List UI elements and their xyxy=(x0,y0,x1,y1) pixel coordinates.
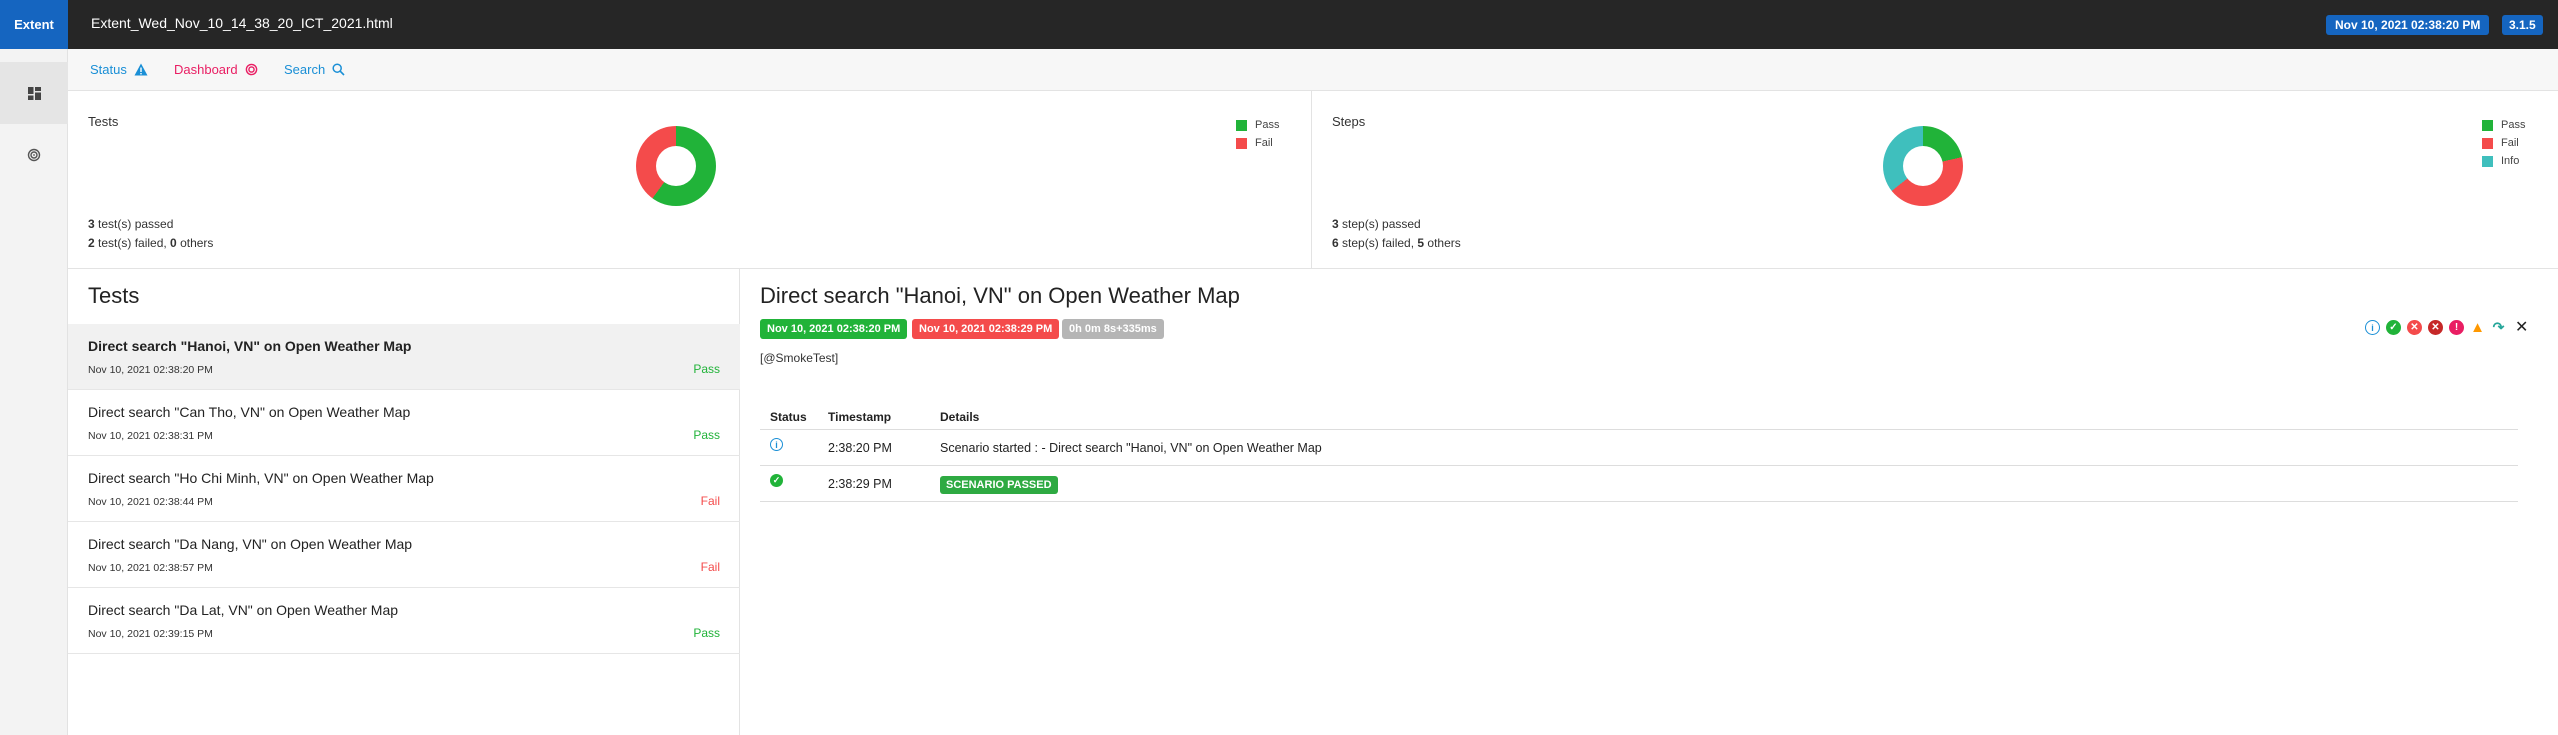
brand-logo[interactable]: Extent xyxy=(0,0,68,49)
dashboard-link[interactable]: Dashboard xyxy=(174,62,258,77)
start-time-badge: Nov 10, 2021 02:38:20 PM xyxy=(760,319,908,339)
sub-nav: Status Dashboard Search xyxy=(68,49,2558,91)
test-list-item[interactable]: Direct search "Can Tho, VN" on Open Weat… xyxy=(68,390,740,456)
test-name: Direct search "Ho Chi Minh, VN" on Open … xyxy=(88,470,434,486)
pass-swatch xyxy=(2482,119,2493,131)
skip-filter-icon[interactable]: ↷ xyxy=(2491,319,2506,335)
pass-swatch xyxy=(1236,119,1247,131)
test-name: Direct search "Hanoi, VN" on Open Weathe… xyxy=(88,338,412,354)
pass-check-icon: ✓ xyxy=(770,474,783,487)
log-timestamp: 2:38:29 PM xyxy=(828,477,892,491)
target-icon xyxy=(27,148,41,162)
legend-item-pass[interactable]: Pass xyxy=(1236,116,1279,134)
side-nav xyxy=(0,49,68,735)
steps-card-title: Steps xyxy=(1332,114,1366,129)
test-time: Nov 10, 2021 02:38:31 PM xyxy=(88,430,213,442)
legend-item-info[interactable]: Info xyxy=(2482,152,2525,170)
end-time-badge: Nov 10, 2021 02:38:29 PM xyxy=(912,319,1060,339)
warning-filter-icon[interactable]: ▲ xyxy=(2470,319,2485,336)
search-label: Search xyxy=(284,62,326,77)
steps-summary-card: Steps Pass Fail Info 3 step(s) passed 6 … xyxy=(1312,91,2558,269)
pass-filter-icon[interactable]: ✓ xyxy=(2386,320,2401,335)
log-table-header: Status Timestamp Details xyxy=(760,402,2518,430)
fail-swatch xyxy=(1236,137,1247,149)
tests-summary-card: Tests Pass Fail 3 test(s) passed 2 test(… xyxy=(68,91,1312,269)
error-filter-icon[interactable]: ! xyxy=(2449,320,2464,335)
top-bar: Extent Extent_Wed_Nov_10_14_38_20_ICT_20… xyxy=(0,0,2558,49)
warning-icon xyxy=(134,63,148,76)
test-list-item[interactable]: Direct search "Da Nang, VN" on Open Weat… xyxy=(68,522,740,588)
test-time: Nov 10, 2021 02:39:15 PM xyxy=(88,628,213,640)
log-row: ✓ 2:38:29 PM SCENARIO PASSED xyxy=(760,466,2518,502)
test-name: Direct search "Can Tho, VN" on Open Weat… xyxy=(88,404,411,420)
duration-badge: 0h 0m 8s+335ms xyxy=(1062,319,1164,339)
test-name: Direct search "Da Nang, VN" on Open Weat… xyxy=(88,536,413,552)
test-status: Fail xyxy=(700,494,720,508)
test-list-item[interactable]: Direct search "Hanoi, VN" on Open Weathe… xyxy=(68,324,740,390)
test-list-item[interactable]: Direct search "Da Lat, VN" on Open Weath… xyxy=(68,588,740,654)
status-filter-button[interactable]: Status xyxy=(90,62,148,77)
nav-test-view-button[interactable] xyxy=(0,62,68,124)
search-icon xyxy=(332,63,345,76)
steps-passed-stat: 3 step(s) passed xyxy=(1332,217,1421,231)
steps-donut-chart xyxy=(1883,126,1963,206)
test-name: Direct search "Da Lat, VN" on Open Weath… xyxy=(88,602,399,618)
steps-legend: Pass Fail Info xyxy=(2482,116,2525,170)
legend-item-pass[interactable]: Pass xyxy=(2482,116,2525,134)
info-icon: i xyxy=(770,438,783,451)
search-button[interactable]: Search xyxy=(284,62,345,77)
log-row: i 2:38:20 PM Scenario started : - Direct… xyxy=(760,430,2518,466)
test-time: Nov 10, 2021 02:38:44 PM xyxy=(88,496,213,508)
test-status: Pass xyxy=(693,428,720,442)
test-list-item[interactable]: Direct search "Ho Chi Minh, VN" on Open … xyxy=(68,456,740,522)
dashboard-grid-icon xyxy=(27,86,41,100)
report-name: Extent_Wed_Nov_10_14_38_20_ICT_2021.html xyxy=(91,15,393,31)
status-filter-label: Status xyxy=(90,62,127,77)
legend-label: Fail xyxy=(1255,137,1273,149)
tests-passed-stat: 3 test(s) passed xyxy=(88,217,174,231)
report-date-badge: Nov 10, 2021 02:38:20 PM xyxy=(2326,15,2490,35)
test-detail-panel: Direct search "Hanoi, VN" on Open Weathe… xyxy=(740,269,2558,735)
log-details: Scenario started : - Direct search "Hano… xyxy=(940,441,1322,455)
info-filter-icon[interactable]: i xyxy=(2365,320,2380,335)
close-icon[interactable]: ✕ xyxy=(2515,317,2528,337)
legend-label: Info xyxy=(2501,155,2520,167)
legend-label: Pass xyxy=(1255,119,1280,131)
test-time: Nov 10, 2021 02:38:20 PM xyxy=(88,364,213,376)
test-list-panel: Tests Direct search "Hanoi, VN" on Open … xyxy=(68,269,740,735)
tests-card-title: Tests xyxy=(88,114,119,129)
legend-label: Fail xyxy=(2501,137,2519,149)
detail-title: Direct search "Hanoi, VN" on Open Weathe… xyxy=(760,283,1240,308)
test-list-heading: Tests xyxy=(88,283,140,308)
tests-donut-chart xyxy=(636,126,716,206)
timestamp-column-header: Timestamp xyxy=(828,410,892,424)
fail-filter-icon[interactable]: ✕ xyxy=(2407,320,2422,335)
log-filter-bar: i ✓ ✕ ✕ ! ▲ ↷ xyxy=(2365,319,2506,336)
tests-legend: Pass Fail xyxy=(1236,116,1279,152)
log-details: SCENARIO PASSED xyxy=(940,476,1058,494)
fatal-filter-icon[interactable]: ✕ xyxy=(2428,320,2443,335)
log-timestamp: 2:38:20 PM xyxy=(828,441,892,455)
category-tag: [@SmokeTest] xyxy=(760,351,839,365)
version-badge: 3.1.5 xyxy=(2502,15,2543,35)
legend-item-fail[interactable]: Fail xyxy=(2482,134,2525,152)
test-status: Fail xyxy=(700,560,720,574)
nav-dashboard-button[interactable] xyxy=(0,124,68,186)
target-icon xyxy=(245,63,257,76)
test-time: Nov 10, 2021 02:38:57 PM xyxy=(88,562,213,574)
dashboard-label: Dashboard xyxy=(174,62,238,77)
steps-failed-stat: 6 step(s) failed, 5 others xyxy=(1332,236,1461,250)
legend-item-fail[interactable]: Fail xyxy=(1236,134,1279,152)
test-status: Pass xyxy=(693,362,720,376)
scenario-passed-badge: SCENARIO PASSED xyxy=(940,476,1058,494)
legend-label: Pass xyxy=(2501,119,2526,131)
status-column-header: Status xyxy=(770,410,807,424)
fail-swatch xyxy=(2482,137,2493,149)
info-swatch xyxy=(2482,155,2493,167)
tests-failed-stat: 2 test(s) failed, 0 others xyxy=(88,236,214,250)
test-status: Pass xyxy=(693,626,720,640)
details-column-header: Details xyxy=(940,410,980,424)
